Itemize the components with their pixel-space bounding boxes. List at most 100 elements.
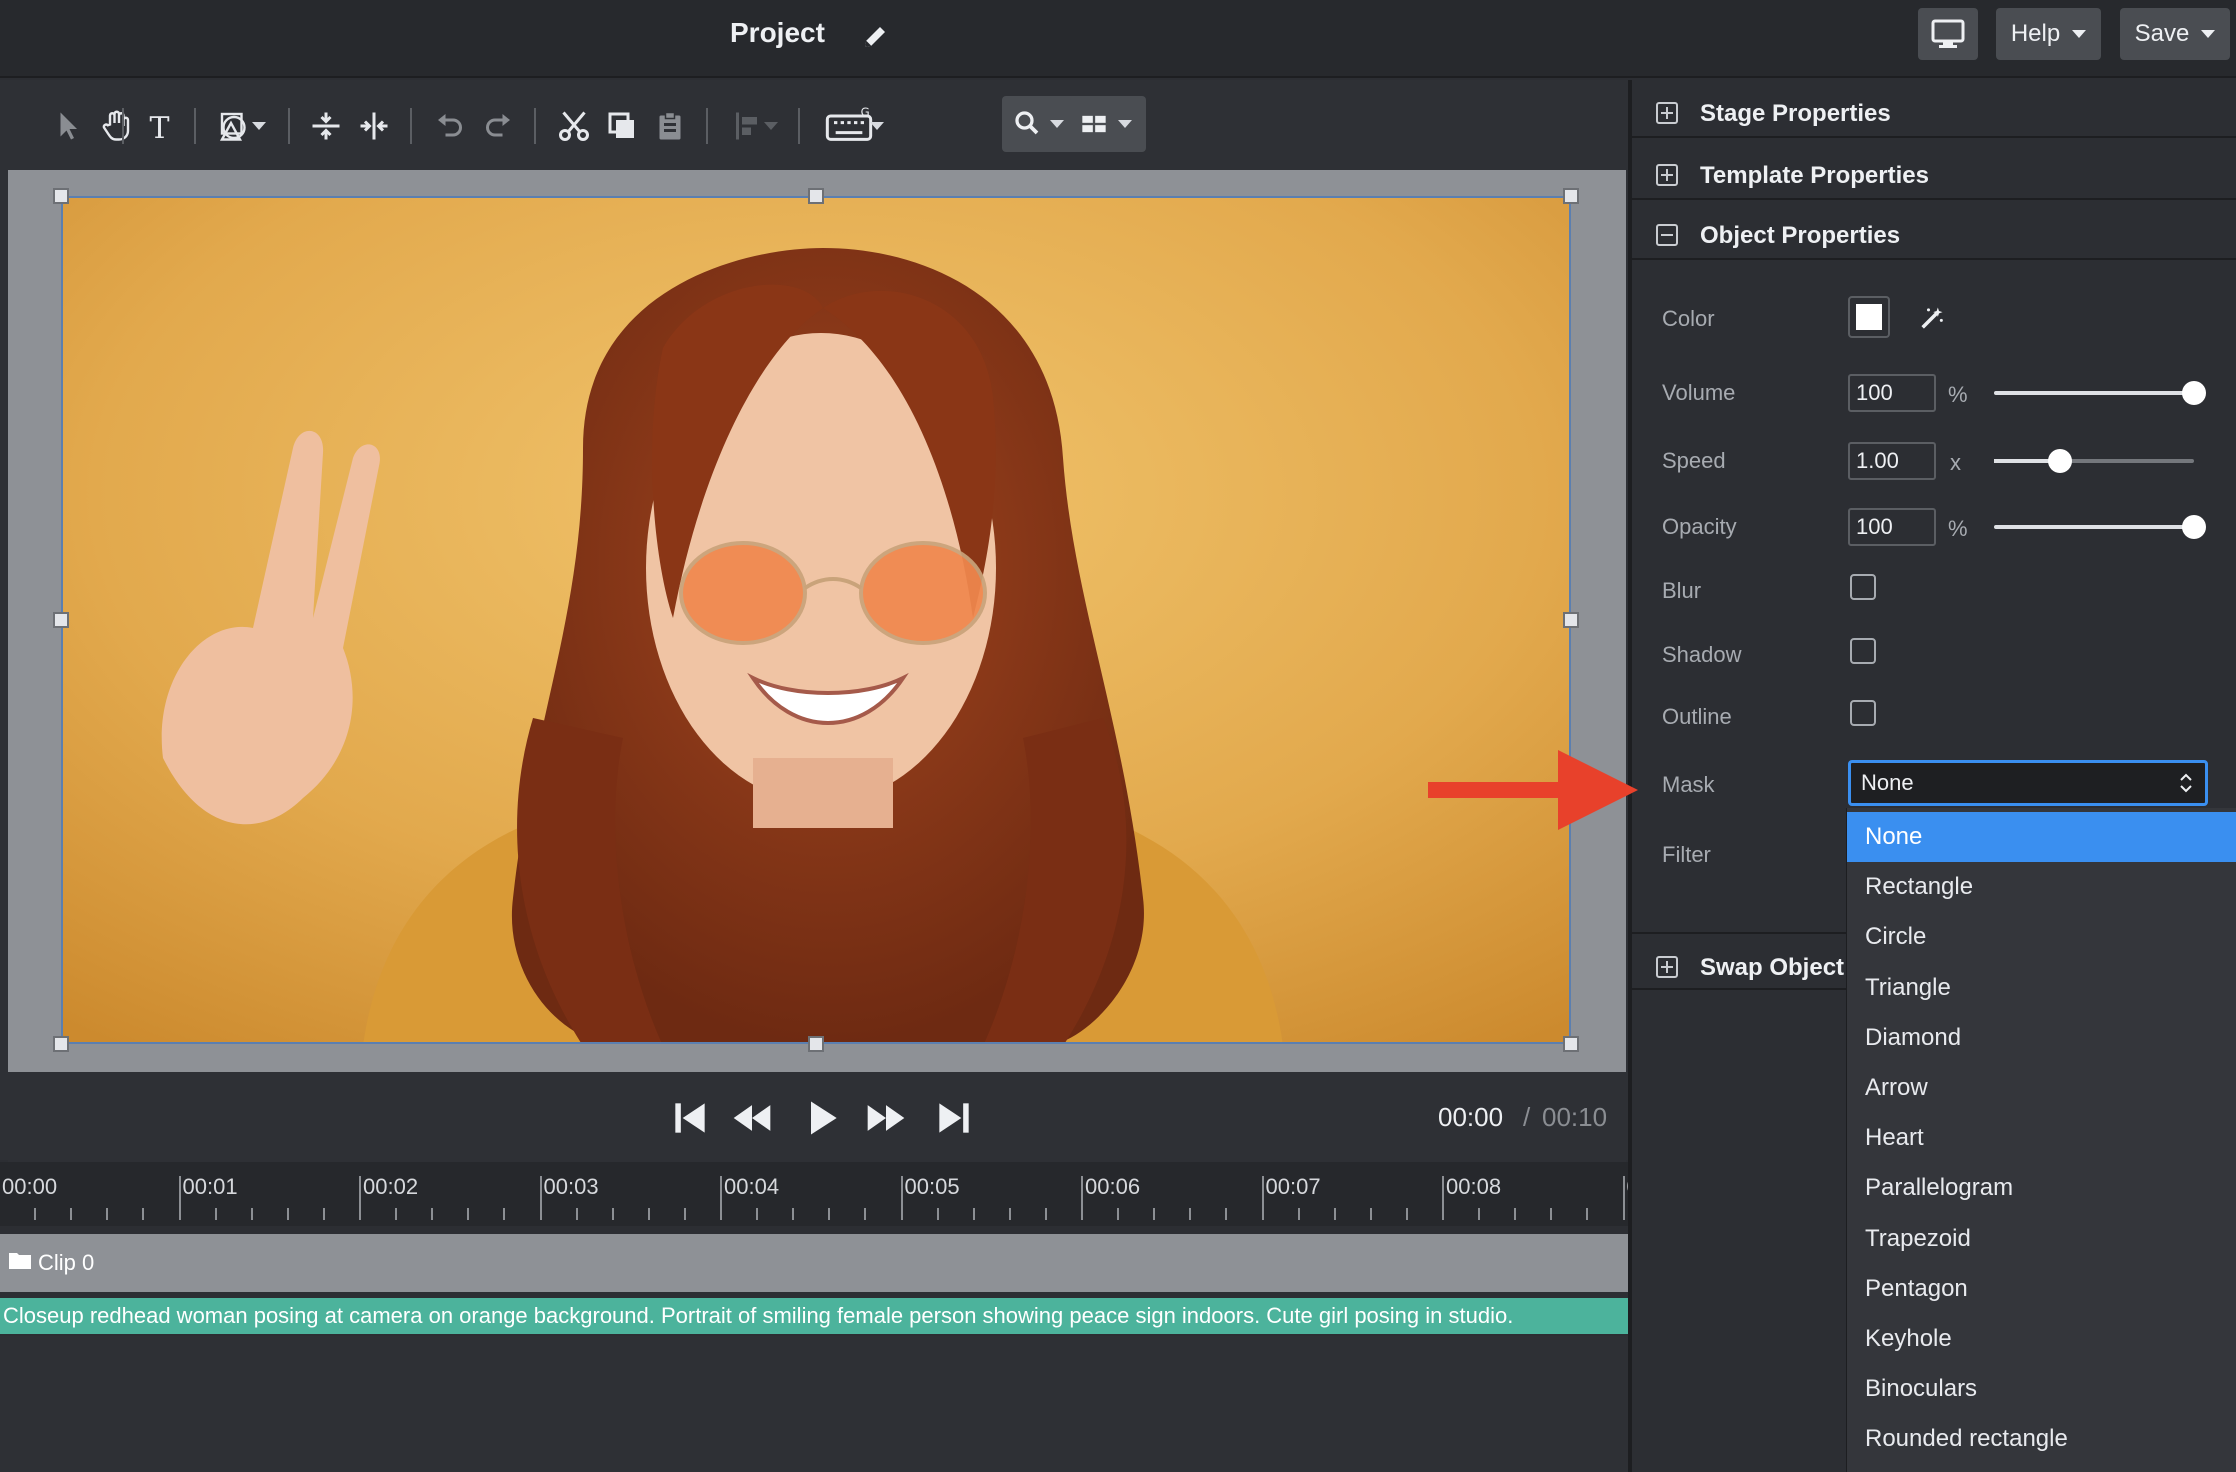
shape-tool[interactable]	[210, 102, 258, 150]
volume-input[interactable]: 100	[1848, 374, 1936, 412]
paste-icon	[659, 111, 681, 140]
mask-option-trapezoid[interactable]: Trapezoid	[1847, 1214, 2236, 1264]
mask-option-none[interactable]: None	[1847, 812, 2236, 862]
shape-icon	[219, 112, 246, 141]
paste-button[interactable]	[646, 102, 694, 150]
speed-slider[interactable]	[1994, 449, 2194, 473]
mask-option-arrow[interactable]: Arrow	[1847, 1063, 2236, 1113]
align-vertical-tool[interactable]	[302, 102, 350, 150]
video-object[interactable]	[61, 196, 1571, 1044]
mask-option-triangle[interactable]: Triangle	[1847, 963, 2236, 1013]
resize-handle-bottom[interactable]	[808, 1036, 824, 1052]
chevron-down-icon[interactable]	[252, 122, 266, 130]
ruler-minor-tick	[792, 1208, 795, 1220]
volume-slider[interactable]	[1994, 381, 2206, 405]
mask-option-diamond[interactable]: Diamond	[1847, 1013, 2236, 1063]
edit-title-icon[interactable]	[860, 22, 890, 52]
opacity-input[interactable]: 100	[1848, 508, 1936, 546]
pointer-tool[interactable]	[44, 102, 92, 150]
collapse-icon	[1656, 224, 1678, 246]
ruler-major-tick	[178, 1176, 181, 1220]
fast-forward-icon[interactable]	[864, 1096, 908, 1140]
outline-checkbox[interactable]	[1850, 700, 1876, 726]
object-properties-title: Object Properties	[1700, 222, 1901, 249]
align-horizontal-tool[interactable]	[350, 102, 398, 150]
mask-option-rectangle[interactable]: Rectangle	[1847, 862, 2236, 912]
expand-icon	[1656, 164, 1678, 186]
toolbar-divider	[798, 108, 800, 144]
clip-track[interactable]: Clip 0	[0, 1234, 1850, 1292]
resize-handle-bottom-right[interactable]	[1563, 1036, 1579, 1052]
play-icon[interactable]	[800, 1096, 844, 1140]
stage-properties-title: Stage Properties	[1700, 100, 1891, 127]
resize-handle-bottom-left[interactable]	[53, 1036, 69, 1052]
object-properties-header[interactable]: Object Properties	[1632, 202, 2236, 260]
blur-checkbox[interactable]	[1850, 574, 1876, 600]
ruler-major-tick	[900, 1176, 903, 1220]
timeline-ruler[interactable]: 00:00 00:01 00:02 00:03 00:04 00:05 00:06 00:07…	[0, 1162, 1950, 1226]
mask-option-parallelogram[interactable]: Parallelogram	[1847, 1163, 2236, 1213]
text-tool[interactable]: T	[136, 102, 184, 150]
ruler-major-tick	[1261, 1176, 1264, 1220]
monitor-icon	[1931, 19, 1965, 48]
magic-wand-icon[interactable]	[1918, 304, 1946, 332]
ruler-label: 00:06	[1085, 1174, 1141, 1199]
ruler-minor-tick	[1297, 1208, 1300, 1220]
shadow-checkbox[interactable]	[1850, 638, 1876, 664]
ruler-minor-tick	[611, 1208, 614, 1220]
resize-handle-top-right[interactable]	[1563, 188, 1579, 204]
hand-tool[interactable]	[92, 102, 140, 150]
help-button[interactable]: Help	[1996, 8, 2101, 60]
ruler-minor-tick	[214, 1208, 217, 1220]
mask-option-binoculars[interactable]: Binoculars	[1847, 1364, 2236, 1414]
mask-option-rounded-rectangle[interactable]: Rounded rectangle	[1847, 1414, 2236, 1464]
mask-option-pentagon[interactable]: Pentagon	[1847, 1264, 2236, 1314]
redo-button[interactable]	[474, 102, 522, 150]
ruler-major-tick	[1622, 1176, 1625, 1220]
undo-icon	[438, 114, 462, 137]
save-button[interactable]: Save	[2120, 8, 2230, 60]
volume-slider-thumb[interactable]	[2182, 381, 2206, 405]
toolbar-divider	[194, 108, 196, 144]
rewind-icon[interactable]	[730, 1096, 774, 1140]
chevron-down-icon[interactable]	[870, 122, 884, 130]
blur-label: Blur	[1662, 578, 1702, 603]
layout-button[interactable]	[1070, 96, 1146, 152]
color-swatch[interactable]	[1848, 296, 1890, 338]
stage-properties-header[interactable]: Stage Properties	[1632, 80, 2236, 138]
ruler-minor-tick	[1225, 1208, 1228, 1220]
mask-option-keyhole[interactable]: Keyhole	[1847, 1314, 2236, 1364]
opacity-slider[interactable]	[1994, 515, 2206, 539]
skip-to-start-icon[interactable]	[668, 1096, 712, 1140]
resize-handle-left[interactable]	[53, 612, 69, 628]
skip-to-end-icon[interactable]	[932, 1096, 976, 1140]
resize-handle-top-left[interactable]	[53, 188, 69, 204]
cut-button[interactable]	[550, 102, 598, 150]
ruler-major-tick	[720, 1176, 722, 1220]
speed-slider-thumb[interactable]	[2048, 449, 2072, 473]
chevron-down-icon	[1118, 120, 1132, 128]
copy-button[interactable]	[598, 102, 646, 150]
ruler-minor-tick	[1405, 1208, 1408, 1220]
caption-track[interactable]: Closeup redhead woman posing at camera o…	[0, 1298, 1850, 1334]
ruler-minor-tick	[322, 1208, 325, 1220]
preview-button[interactable]	[1918, 8, 1978, 60]
resize-handle-right[interactable]	[1563, 612, 1579, 628]
template-properties-header[interactable]: Template Properties	[1632, 142, 2236, 200]
opacity-slider-thumb[interactable]	[2182, 515, 2206, 539]
mask-select-value: None	[1861, 770, 1914, 795]
resize-handle-top[interactable]	[808, 188, 824, 204]
project-title: Project	[730, 17, 825, 48]
mask-option-heart[interactable]: Heart	[1847, 1113, 2236, 1163]
ruler-minor-tick	[467, 1208, 470, 1220]
help-label: Help	[2010, 20, 2061, 47]
mask-option-circle[interactable]: Circle	[1847, 912, 2236, 962]
ruler-minor-tick	[250, 1208, 253, 1220]
mask-select[interactable]: None	[1848, 760, 2208, 806]
save-label: Save	[2134, 20, 2190, 47]
ruler-minor-tick	[1044, 1208, 1047, 1220]
speed-input[interactable]: 1.00	[1848, 442, 1936, 480]
zoom-button[interactable]	[1002, 96, 1078, 152]
undo-button[interactable]	[426, 102, 474, 150]
ruler-label: 00:05	[904, 1174, 960, 1199]
